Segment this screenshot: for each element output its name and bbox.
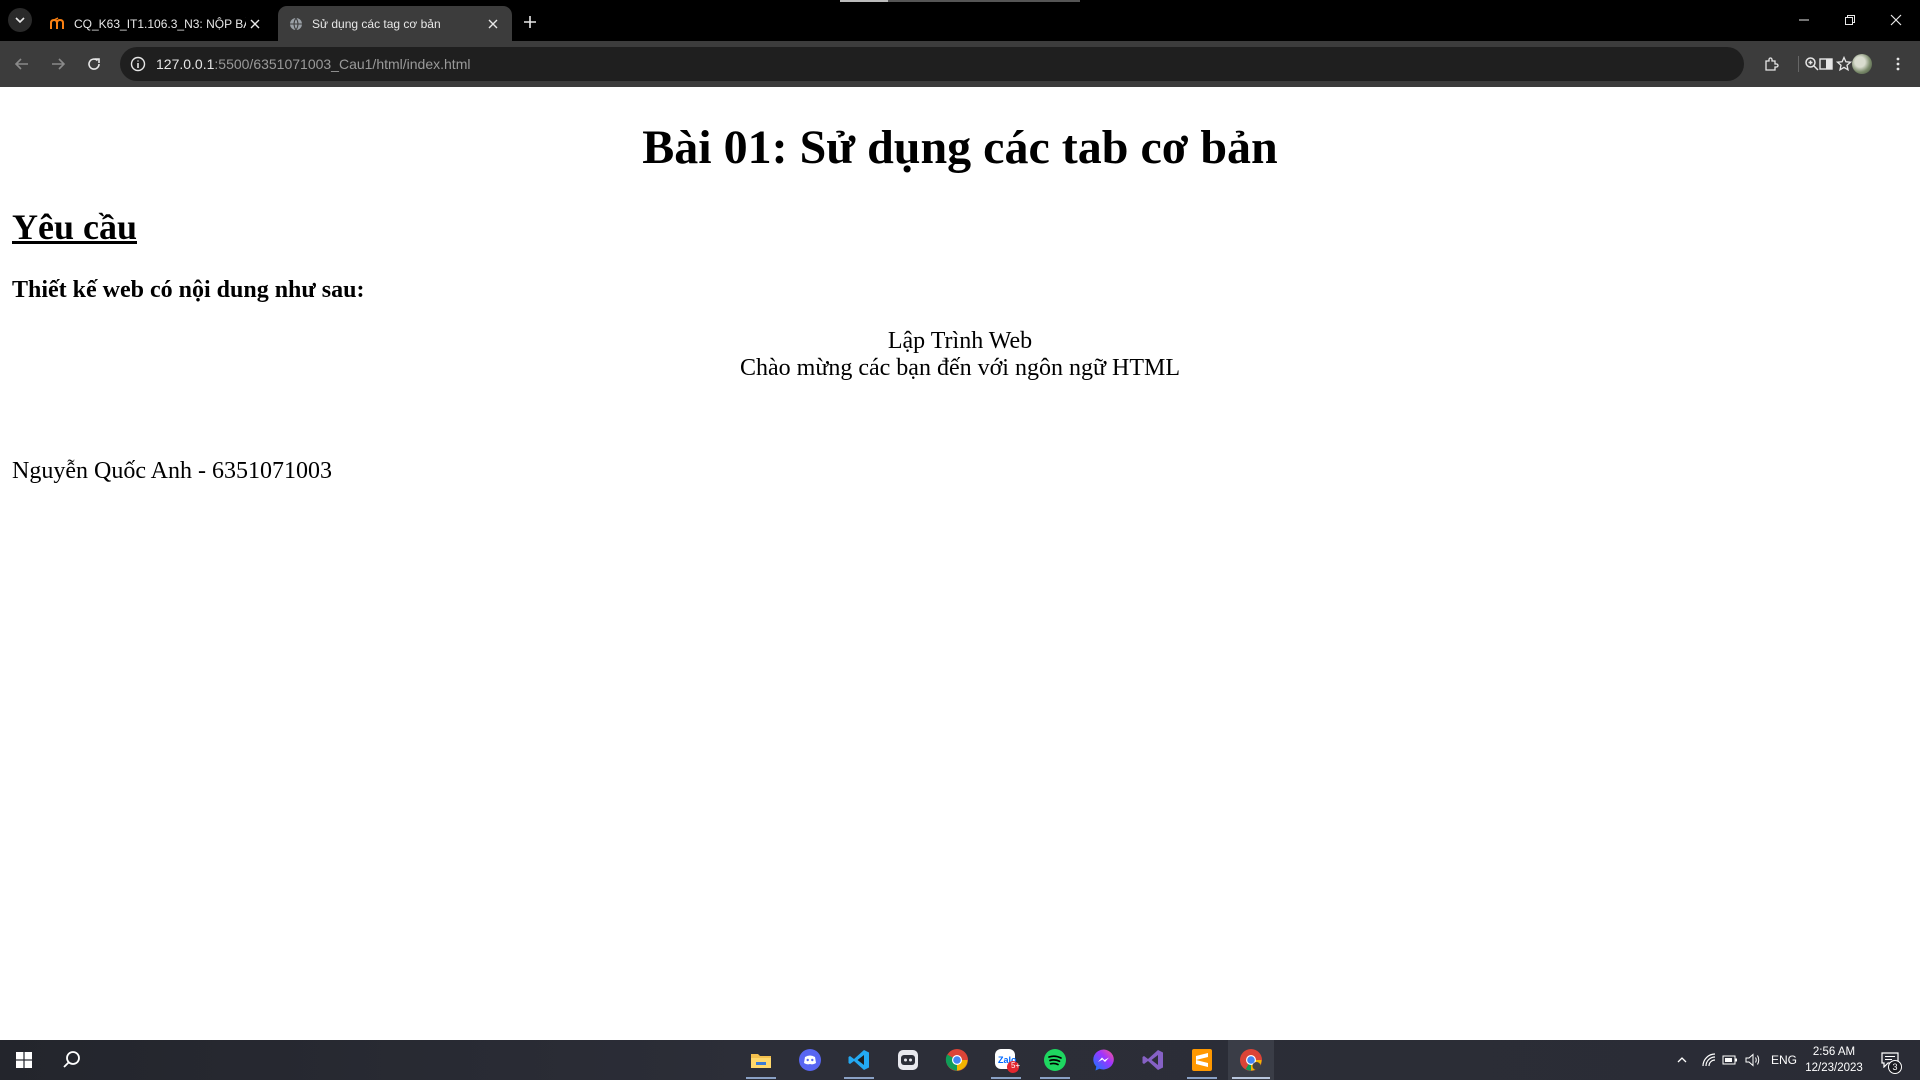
browser-toolbar: 127.0.0.1:5500/6351071003_Cau1/html/inde… (0, 41, 1920, 87)
minimize-icon (1799, 19, 1809, 21)
url-text[interactable]: 127.0.0.1:5500/6351071003_Cau1/html/inde… (156, 56, 470, 72)
close-icon[interactable] (246, 15, 264, 33)
centered-content: Lập Trình Web Chào mừng các bạn đến với … (0, 328, 1920, 382)
clock-date: 12/23/2023 (1805, 1062, 1863, 1074)
windows-taskbar: Zalo 5+ ENG 2:56 AM 12/23/2023 3 (0, 1040, 1920, 1080)
messenger-app-icon (898, 1050, 918, 1070)
file-explorer-icon (751, 1054, 771, 1068)
tab-search-button[interactable] (8, 8, 32, 32)
running-indicator (1040, 1077, 1070, 1079)
avatar (1852, 54, 1872, 74)
taskbar-app-chrome[interactable] (934, 1040, 980, 1080)
wifi-icon (1702, 1053, 1716, 1067)
puzzle-icon (1765, 57, 1779, 71)
window-close-button[interactable] (1884, 8, 1908, 32)
tab-title: Sử dụng các tag cơ bản (312, 16, 441, 31)
tab-current-page[interactable]: Sử dụng các tag cơ bản (278, 6, 512, 41)
visual-studio-icon (1142, 1050, 1163, 1070)
restore-icon (1845, 15, 1855, 25)
chrome-dev-icon (1240, 1049, 1262, 1071)
start-button[interactable] (2, 1044, 46, 1076)
page-title: Bài 01: Sử dụng các tab cơ bản (642, 121, 1278, 174)
extensions-button[interactable] (1760, 52, 1784, 76)
taskbar-app-spotify[interactable] (1032, 1040, 1078, 1080)
url-host: 127.0.0.1 (156, 56, 215, 72)
tray-clock[interactable]: 2:56 AM 12/23/2023 (1800, 1040, 1868, 1080)
chrome-icon (945, 1049, 968, 1071)
tray-overflow-button[interactable] (1670, 1040, 1694, 1080)
taskbar-app-visual-studio[interactable] (1130, 1040, 1176, 1080)
search-icon (63, 1051, 80, 1068)
browser-menu-button[interactable] (1886, 52, 1910, 76)
tray-battery[interactable] (1718, 1040, 1742, 1080)
spotify-icon (1044, 1049, 1066, 1071)
minimize-button[interactable] (1792, 8, 1816, 32)
discord-icon (799, 1049, 821, 1071)
taskbar-app-facebook-messenger[interactable] (1081, 1040, 1127, 1080)
notification-count-badge: 3 (1888, 1060, 1902, 1074)
requirement-text: Thiết kế web có nội dung như sau: (12, 277, 365, 303)
chevron-down-icon (15, 17, 25, 24)
arrow-left-icon (14, 58, 28, 70)
side-panel-icon (1819, 58, 1833, 70)
taskbar-app-sublime-text[interactable] (1179, 1040, 1225, 1080)
facebook-messenger-icon (1093, 1049, 1114, 1071)
new-tab-button[interactable] (518, 10, 542, 34)
close-icon (1890, 14, 1902, 26)
reload-icon (88, 58, 100, 70)
running-indicator (1232, 1077, 1270, 1079)
taskbar-app-vscode[interactable] (836, 1040, 882, 1080)
running-indicator (1187, 1077, 1217, 1079)
tray-language[interactable]: ENG (1766, 1040, 1802, 1080)
tray-volume[interactable] (1741, 1040, 1765, 1080)
centered-line-2: Chào mừng các bạn đến với ngôn ngữ HTML (740, 355, 1180, 381)
author-line: Nguyễn Quốc Anh - 6351071003 (12, 458, 332, 484)
running-indicator (991, 1077, 1021, 1079)
windows-logo-icon (16, 1052, 32, 1068)
forward-button[interactable] (46, 52, 70, 76)
url-path: :5500/6351071003_Cau1/html/index.html (214, 56, 471, 72)
more-vertical-icon (1896, 57, 1900, 71)
clock-time: 2:56 AM (1812, 1046, 1856, 1058)
tab-moodle[interactable]: CQ_K63_IT1.106.3_N3: NỘP BÀI (40, 6, 274, 41)
taskbar-app-file-explorer[interactable] (738, 1040, 784, 1080)
arrow-right-icon (52, 58, 66, 70)
volume-icon (1745, 1053, 1760, 1067)
taskbar-app-zalo[interactable]: Zalo 5+ (983, 1040, 1029, 1080)
globe-icon (288, 16, 304, 32)
taskbar-app-messenger-app[interactable] (885, 1040, 931, 1080)
restore-button[interactable] (1838, 8, 1862, 32)
info-icon[interactable] (128, 54, 148, 74)
taskbar-search-button[interactable] (50, 1044, 94, 1076)
taskbar-app-discord[interactable] (787, 1040, 833, 1080)
window-drag-indicator (840, 0, 1080, 2)
back-button[interactable] (10, 52, 34, 76)
plus-icon (524, 16, 536, 28)
sublime-text-icon (1192, 1049, 1212, 1071)
zalo-badge: 5+ (1011, 1061, 1021, 1070)
moodle-icon (50, 16, 66, 32)
close-icon[interactable] (484, 15, 502, 33)
vscode-icon (848, 1050, 869, 1070)
toolbar-separator (1798, 56, 1799, 72)
taskbar-app-chrome-dev[interactable] (1228, 1040, 1274, 1080)
profile-button[interactable] (1850, 52, 1874, 76)
side-panel-button[interactable] (1814, 52, 1838, 76)
tab-title: CQ_K63_IT1.106.3_N3: NỘP BÀI (74, 16, 246, 31)
address-bar[interactable]: 127.0.0.1:5500/6351071003_Cau1/html/inde… (120, 47, 1852, 81)
battery-icon (1722, 1055, 1737, 1065)
chevron-up-icon (1677, 1057, 1687, 1063)
running-indicator (746, 1077, 776, 1079)
section-heading: Yêu cầu (12, 207, 137, 247)
centered-line-1: Lập Trình Web (887, 328, 1033, 354)
notification-center-button[interactable]: 3 (1874, 1040, 1906, 1080)
reload-button[interactable] (82, 52, 106, 76)
browser-tab-strip: CQ_K63_IT1.106.3_N3: NỘP BÀI Sử dụng các… (0, 0, 1920, 41)
running-indicator (844, 1077, 874, 1079)
web-page-content: Bài 01: Sử dụng các tab cơ bản Yêu cầu T… (0, 87, 1920, 1040)
